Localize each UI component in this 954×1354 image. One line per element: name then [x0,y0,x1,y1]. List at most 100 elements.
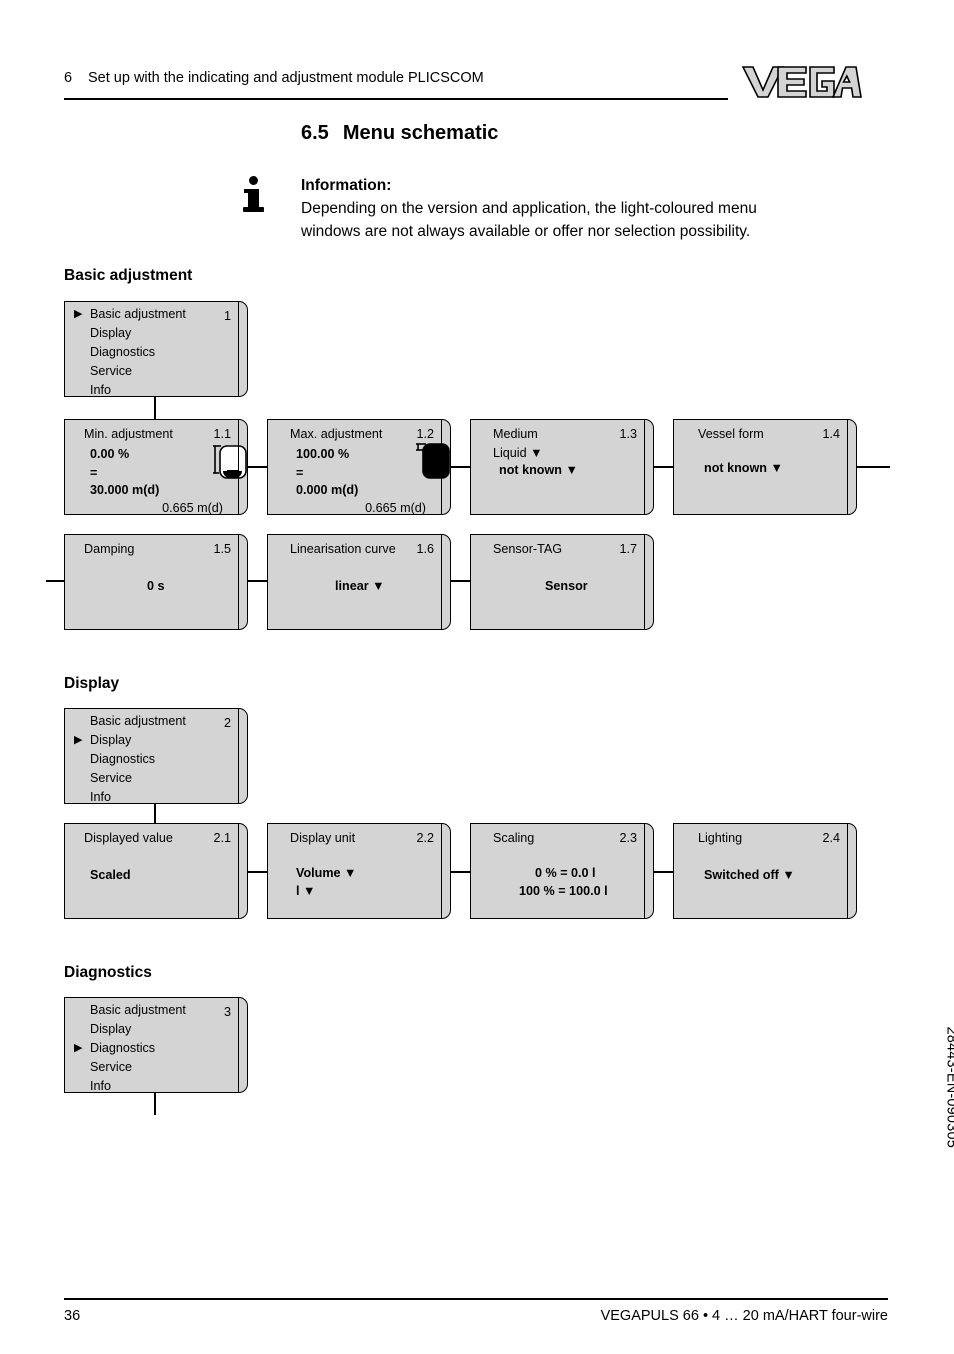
header-chapter-number: 6 [64,70,73,86]
menu-box-2-3-number: 2.3 [619,831,637,845]
menu-box-1-4-number: 1.4 [822,427,840,441]
menu-box-2-2-unit-type[interactable]: Volume ▼ [296,866,357,880]
menu-box-2-4-number: 2.4 [822,831,840,845]
menu-box-1-6-title: Linearisation curve [290,542,396,556]
menu-box-1-7-number: 1.7 [619,542,637,556]
footer-divider [64,1298,888,1300]
menu-box-2-2-title: Display unit [290,831,356,845]
menu-box-1-3-title: Medium [493,427,538,441]
connector-14-to-wrap [857,466,890,468]
information-note: Information: Depending on the version an… [301,174,861,243]
section-number: 6.5 [301,122,329,144]
menu-list-2-number: 2 [223,716,231,730]
menu-box-1-6-number: 1.6 [416,542,434,556]
group-title-basic-adjustment: Basic adjustment [64,267,193,284]
header-chapter-title: Set up with the indicating and adjustmen… [88,70,484,86]
menu-box-1-5-value[interactable]: 0 s [147,579,165,593]
menu-box-2-3[interactable]: Scaling 2.3 0 % = 0.0 l 100 % = 100.0 l [470,822,654,920]
menu-item-display[interactable]: Display [90,1022,131,1036]
group-title-display: Display [64,675,120,692]
menu-item-basic-adjustment[interactable]: Basic adjustment [90,1003,186,1017]
menu-item-diagnostics[interactable]: Diagnostics [90,752,155,766]
menu-box-1-2[interactable]: Max. adjustment 1.2 100.00 % = 0.000 m(d… [267,418,454,516]
selection-arrow-icon: ▶ [74,1042,83,1054]
menu-item-diagnostics[interactable]: Diagnostics [90,1041,155,1055]
menu-box-2-3-scale-min[interactable]: 0 % = 0.0 l [535,866,596,880]
menu-box-1-3-number: 1.3 [619,427,637,441]
menu-box-2-1-title: Displayed value [84,831,173,845]
menu-box-2-1-number: 2.1 [213,831,231,845]
menu-box-1-7-value[interactable]: Sensor [545,579,588,593]
menu-box-2-3-scale-max[interactable]: 100 % = 100.0 l [519,884,608,898]
menu-box-1-1[interactable]: Min. adjustment 1.1 0.00 % = 30.000 m(d)… [64,418,248,516]
menu-box-1-4-value[interactable]: not known ▼ [704,461,783,475]
menu-box-2-4-title: Lighting [698,831,743,845]
selection-arrow-icon: ▶ [74,734,83,746]
connector-21-to-22 [248,871,267,873]
document-code: 28443-EN-090305 [944,1026,954,1148]
menu-item-basic-adjustment[interactable]: Basic adjustment [90,307,186,321]
info-icon-serif-bottom [243,207,264,212]
menu-box-1-5-number: 1.5 [213,542,231,556]
menu-box-1-3[interactable]: Medium 1.3 Liquid ▼ not known ▼ [470,418,654,516]
menu-box-2-2-number: 2.2 [416,831,434,845]
menu-box-2-3-title: Scaling [493,831,535,845]
section-title: Menu schematic [342,122,499,144]
menu-box-2-4-value[interactable]: Switched off ▼ [704,868,795,882]
menu-box-1-7-title: Sensor-TAG [493,542,563,556]
connector-list3-down [154,1093,156,1115]
menu-box-1-1-title: Min. adjustment [84,427,173,441]
connector-23-to-24 [654,871,673,873]
menu-box-1-1-equals: = [90,466,98,480]
page-title: 6.5 Menu schematic [301,122,498,145]
vessel-full-icon [416,436,454,487]
menu-item-diagnostics[interactable]: Diagnostics [90,345,155,359]
menu-box-1-7[interactable]: Sensor-TAG 1.7 Sensor [470,533,654,631]
menu-list-3-number: 3 [223,1005,231,1019]
info-icon [243,176,267,220]
menu-list-box-1[interactable]: 1 ▶ Basic adjustment Display Diagnostics… [64,300,248,398]
menu-box-1-1-number: 1.1 [213,427,231,441]
menu-item-info[interactable]: Info [90,1079,111,1093]
menu-box-1-3-medium-type[interactable]: Liquid ▼ [493,446,543,460]
connector-12-to-13 [451,466,470,468]
menu-box-1-2-current-value: 0.665 m(d) [365,501,426,515]
menu-box-1-5[interactable]: Damping 1.5 0 s [64,533,248,631]
menu-box-2-1-value[interactable]: Scaled [90,868,131,882]
menu-box-1-6-value[interactable]: linear ▼ [335,579,385,593]
menu-item-info[interactable]: Info [90,790,111,804]
connector-11-to-12 [248,466,267,468]
connector-list1-to-11 [154,397,156,419]
menu-box-2-2-unit-value[interactable]: l ▼ [296,884,315,898]
menu-item-display[interactable]: Display [90,326,131,340]
connector-wrap-to-15 [46,580,64,582]
header-divider [64,98,728,100]
selection-arrow-icon: ▶ [74,308,83,320]
connector-16-to-17 [451,580,470,582]
menu-item-service[interactable]: Service [90,364,132,378]
menu-item-service[interactable]: Service [90,771,132,785]
menu-list-box-3[interactable]: 3 ▶ Basic adjustment Display Diagnostics… [64,996,248,1094]
menu-item-service[interactable]: Service [90,1060,132,1074]
menu-box-1-4[interactable]: Vessel form 1.4 not known ▼ [673,418,857,516]
menu-item-info[interactable]: Info [90,383,111,397]
menu-box-1-6[interactable]: Linearisation curve 1.6 linear ▼ [267,533,451,631]
menu-box-1-3-medium-value[interactable]: not known ▼ [499,463,578,477]
menu-box-1-5-title: Damping [84,542,135,556]
menu-box-1-2-equals: = [296,466,304,480]
menu-box-1-1-value-distance: 30.000 m(d) [90,483,160,497]
menu-item-basic-adjustment[interactable]: Basic adjustment [90,714,186,728]
vega-logo-icon [741,65,862,99]
menu-list-box-2[interactable]: 2 ▶ Basic adjustment Display Diagnostics… [64,707,248,805]
menu-box-2-4[interactable]: Lighting 2.4 Switched off ▼ [673,822,857,920]
menu-box-1-2-value-distance: 0.000 m(d) [296,483,359,497]
connector-15-to-16 [248,580,267,582]
page-number: 36 [64,1308,81,1324]
footer-product-name: VEGAPULS 66 • 4 … 20 mA/HART four-wire [600,1308,888,1324]
information-title: Information: [301,177,392,194]
info-icon-dot [249,176,258,185]
menu-box-2-2[interactable]: Display unit 2.2 Volume ▼ l ▼ [267,822,451,920]
menu-box-2-1[interactable]: Displayed value 2.1 Scaled [64,822,248,920]
connector-13-to-14 [654,466,673,468]
menu-item-display[interactable]: Display [90,733,131,747]
